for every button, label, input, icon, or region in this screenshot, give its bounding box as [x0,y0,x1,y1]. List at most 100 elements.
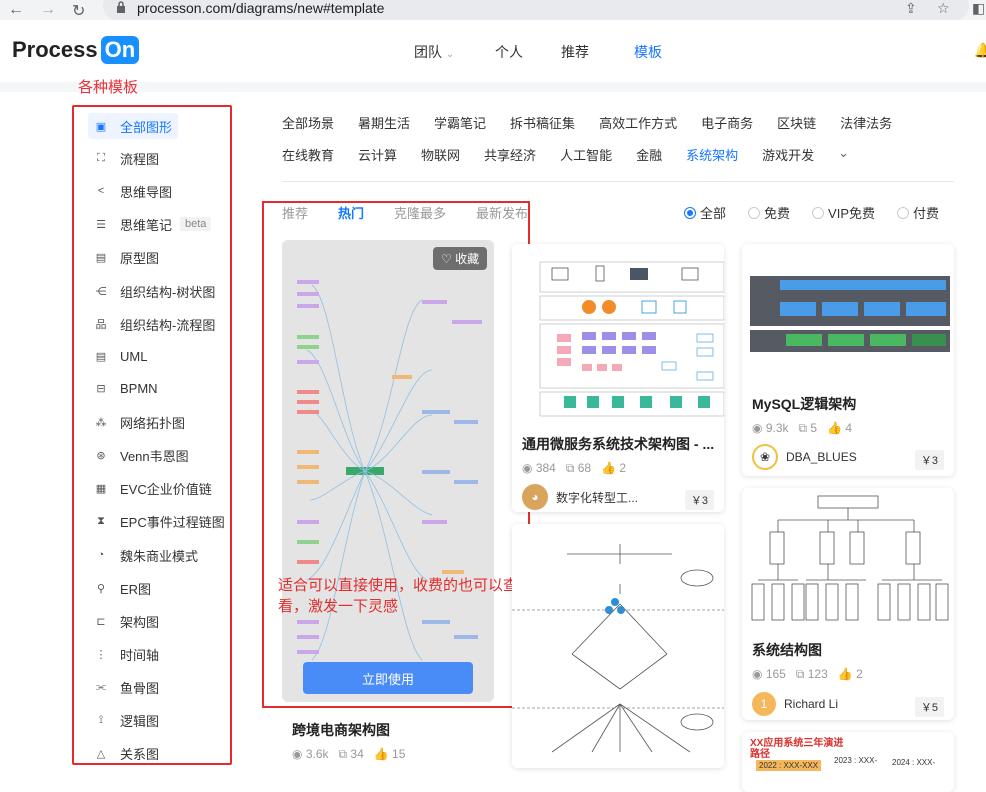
likes-stat: 👍 15 [373,747,406,761]
sidebar-item-epc[interactable]: ⧗ EPC事件过程链图 [94,508,225,534]
template-title[interactable]: 系统结构图 [752,640,822,660]
sidebar-item-fishbone[interactable]: ⫘ 鱼骨图 [94,674,159,700]
prototype-icon: ▤ [95,251,107,264]
sidebar-item-venn[interactable]: ⊛ Venn韦恩图 [94,442,188,468]
logo[interactable]: Process On [12,36,140,64]
radio-icon [748,206,761,219]
radio-selected-icon [684,206,696,219]
chevron-down-icon: ⌄ [445,49,455,60]
extension-icon[interactable]: ◧ [972,0,985,17]
author-row[interactable]: ◕ 数字化转型工... [522,484,638,510]
reload-icon[interactable]: ↻ [72,1,85,21]
template-title[interactable]: 跨境电商架构图 [292,720,390,740]
filter-vip-free[interactable]: VIP免费 [812,203,875,222]
org-thumbnail-image [751,495,949,621]
share-icon[interactable]: ⇪ [905,0,917,17]
author-name[interactable]: DBA_BLUES [786,450,857,464]
price-badge: ￥3 [684,490,714,510]
sidebar-item-evc[interactable]: ▦ EVC企业价值链 [94,475,212,501]
category-item[interactable]: 高效工作方式 [599,113,677,132]
fishbone-icon: ⫘ [96,680,106,693]
category-item[interactable]: 人工智能 [560,145,612,164]
author-name[interactable]: Richard Li [784,697,838,711]
category-item[interactable]: 拆书稿征集 [510,113,575,132]
category-item[interactable]: 在线教育 [282,145,334,164]
category-item[interactable]: 暑期生活 [358,113,410,132]
category-item-active[interactable]: 系统架构 [686,145,738,164]
sidebar-item-mindmap[interactable]: < 思维导图 [94,178,172,204]
template-stats: ◉ 3.6k ⧉ 34 👍 15 [292,747,405,762]
sidebar-item-bpmn[interactable]: ⊟ BPMN [94,375,157,401]
author-row[interactable]: ❀ DBA_BLUES [752,444,857,470]
template-thumbnail[interactable] [742,244,954,386]
template-sidebar: ▣ 全部图形 ⛶ 流程图 < 思维导图 ☰ 思维笔记 beta ▤ 原型图 ⋲ 组织结构-树状… [72,105,232,765]
sidebar-item-architecture[interactable]: ⊏ 架构图 [94,608,159,634]
nav-templates[interactable]: 模板 [634,42,662,62]
venn-icon: ⊛ [96,449,106,462]
uml-icon: ▤ [95,350,107,363]
architecture-thumbnail-image [539,261,724,417]
template-card-mysql[interactable]: MySQL逻辑架构 ◉ 9.3k ⧉ 5 👍 4 ❀ DBA_BLUES ￥3 [742,244,954,476]
clones-stat: ⧉ 123 [795,667,828,681]
bpmn-icon: ⊟ [96,382,106,395]
category-item[interactable]: 物联网 [421,145,460,164]
template-thumbnail[interactable] [742,488,954,630]
filter-free[interactable]: 免费 [748,203,790,222]
nav-recommend[interactable]: 推荐 [561,42,589,62]
author-name[interactable]: 数字化转型工... [556,489,638,506]
sidebar-item-all[interactable]: ▣ 全部图形 [88,113,179,139]
category-item[interactable]: 共享经济 [484,145,536,164]
category-item[interactable]: 游戏开发 [762,145,814,164]
sidebar-item-timeline[interactable]: ⋮ 时间轴 [94,641,160,667]
chevron-down-icon[interactable]: ⌄ [838,145,849,164]
template-card-system-structure[interactable]: 系统结构图 ◉ 165 ⧉ 123 👍 2 1 Richard Li ￥5 [742,488,954,720]
flowchart-icon: ⛶ [97,151,105,164]
sidebar-item-flowchart[interactable]: ⛶ 流程图 [94,145,159,171]
category-item[interactable]: 法律法务 [840,113,892,132]
sidebar-item-relation[interactable]: △ 关系图 [94,740,159,766]
template-card-roadmap[interactable]: XX应用系统三年演进路径 2022 : XXX-XXX 2023 : XXX- … [742,732,954,792]
er-icon: ⚲ [96,582,106,595]
mysql-thumbnail-image [750,276,950,352]
forward-icon[interactable]: → [40,1,56,19]
category-item[interactable]: 全部场景 [282,113,334,132]
sidebar-item-er[interactable]: ⚲ ER图 [94,575,151,601]
radio-icon [812,206,825,219]
back-icon[interactable]: ← [8,1,24,19]
category-item[interactable]: 区块链 [777,113,816,132]
sidebar-item-prototype[interactable]: ▤ 原型图 [94,244,159,270]
category-item[interactable]: 学霸笔记 [434,113,486,132]
template-card-tree[interactable] [512,524,724,768]
sidebar-item-org-tree[interactable]: ⋲ 组织结构-树状图 [94,278,216,304]
lock-icon [117,1,125,13]
sidebar-item-network[interactable]: ⁂ 网络拓扑图 [94,409,186,435]
category-item[interactable]: 云计算 [358,145,397,164]
template-thumbnail[interactable] [512,244,724,424]
sidebar-item-notes[interactable]: ☰ 思维笔记 beta [94,211,212,237]
template-stats: ◉ 9.3k ⧉ 5 👍 4 [752,421,852,436]
star-icon[interactable]: ☆ [937,0,950,17]
sidebar-item-business-model[interactable]: ◔ 魏朱商业模式 [94,542,198,568]
template-title[interactable]: MySQL逻辑架构 [752,394,856,414]
category-item[interactable]: 金融 [636,145,662,164]
template-card-microservice[interactable]: 通用微服务系统技术架构图 - ... ◉ 384 ⧉ 68 👍 2 ◕ 数字化转… [512,244,724,512]
filter-paid[interactable]: 付费 [897,203,939,222]
avatar: ◕ [522,484,548,510]
architecture-icon: ⊏ [96,615,106,628]
sidebar-item-logic[interactable]: ⟟ 逻辑图 [94,707,159,733]
url-text[interactable]: processon.com/diagrams/new#template [137,0,384,16]
filter-all[interactable]: 全部 [684,203,726,222]
nav-personal[interactable]: 个人 [495,42,523,62]
category-item[interactable]: 电子商务 [701,113,753,132]
bell-icon[interactable]: 🔔 [974,42,986,59]
sidebar-item-uml[interactable]: ▤ UML [94,343,148,369]
template-stats: ◉ 165 ⧉ 123 👍 2 [752,667,863,682]
views-stat: ◉ 3.6k [292,747,329,761]
template-title[interactable]: 通用微服务系统技术架构图 - ... [522,434,717,454]
sidebar-item-org-flow[interactable]: 品组织结构-流程图 [94,311,216,337]
author-row[interactable]: 1 Richard Li [752,692,838,716]
views-stat: ◉ 9.3k [752,421,789,435]
clones-stat: ⧉ 68 [565,461,592,475]
template-thumbnail[interactable] [512,524,724,768]
nav-team[interactable]: 团队 ⌄ [414,42,454,62]
